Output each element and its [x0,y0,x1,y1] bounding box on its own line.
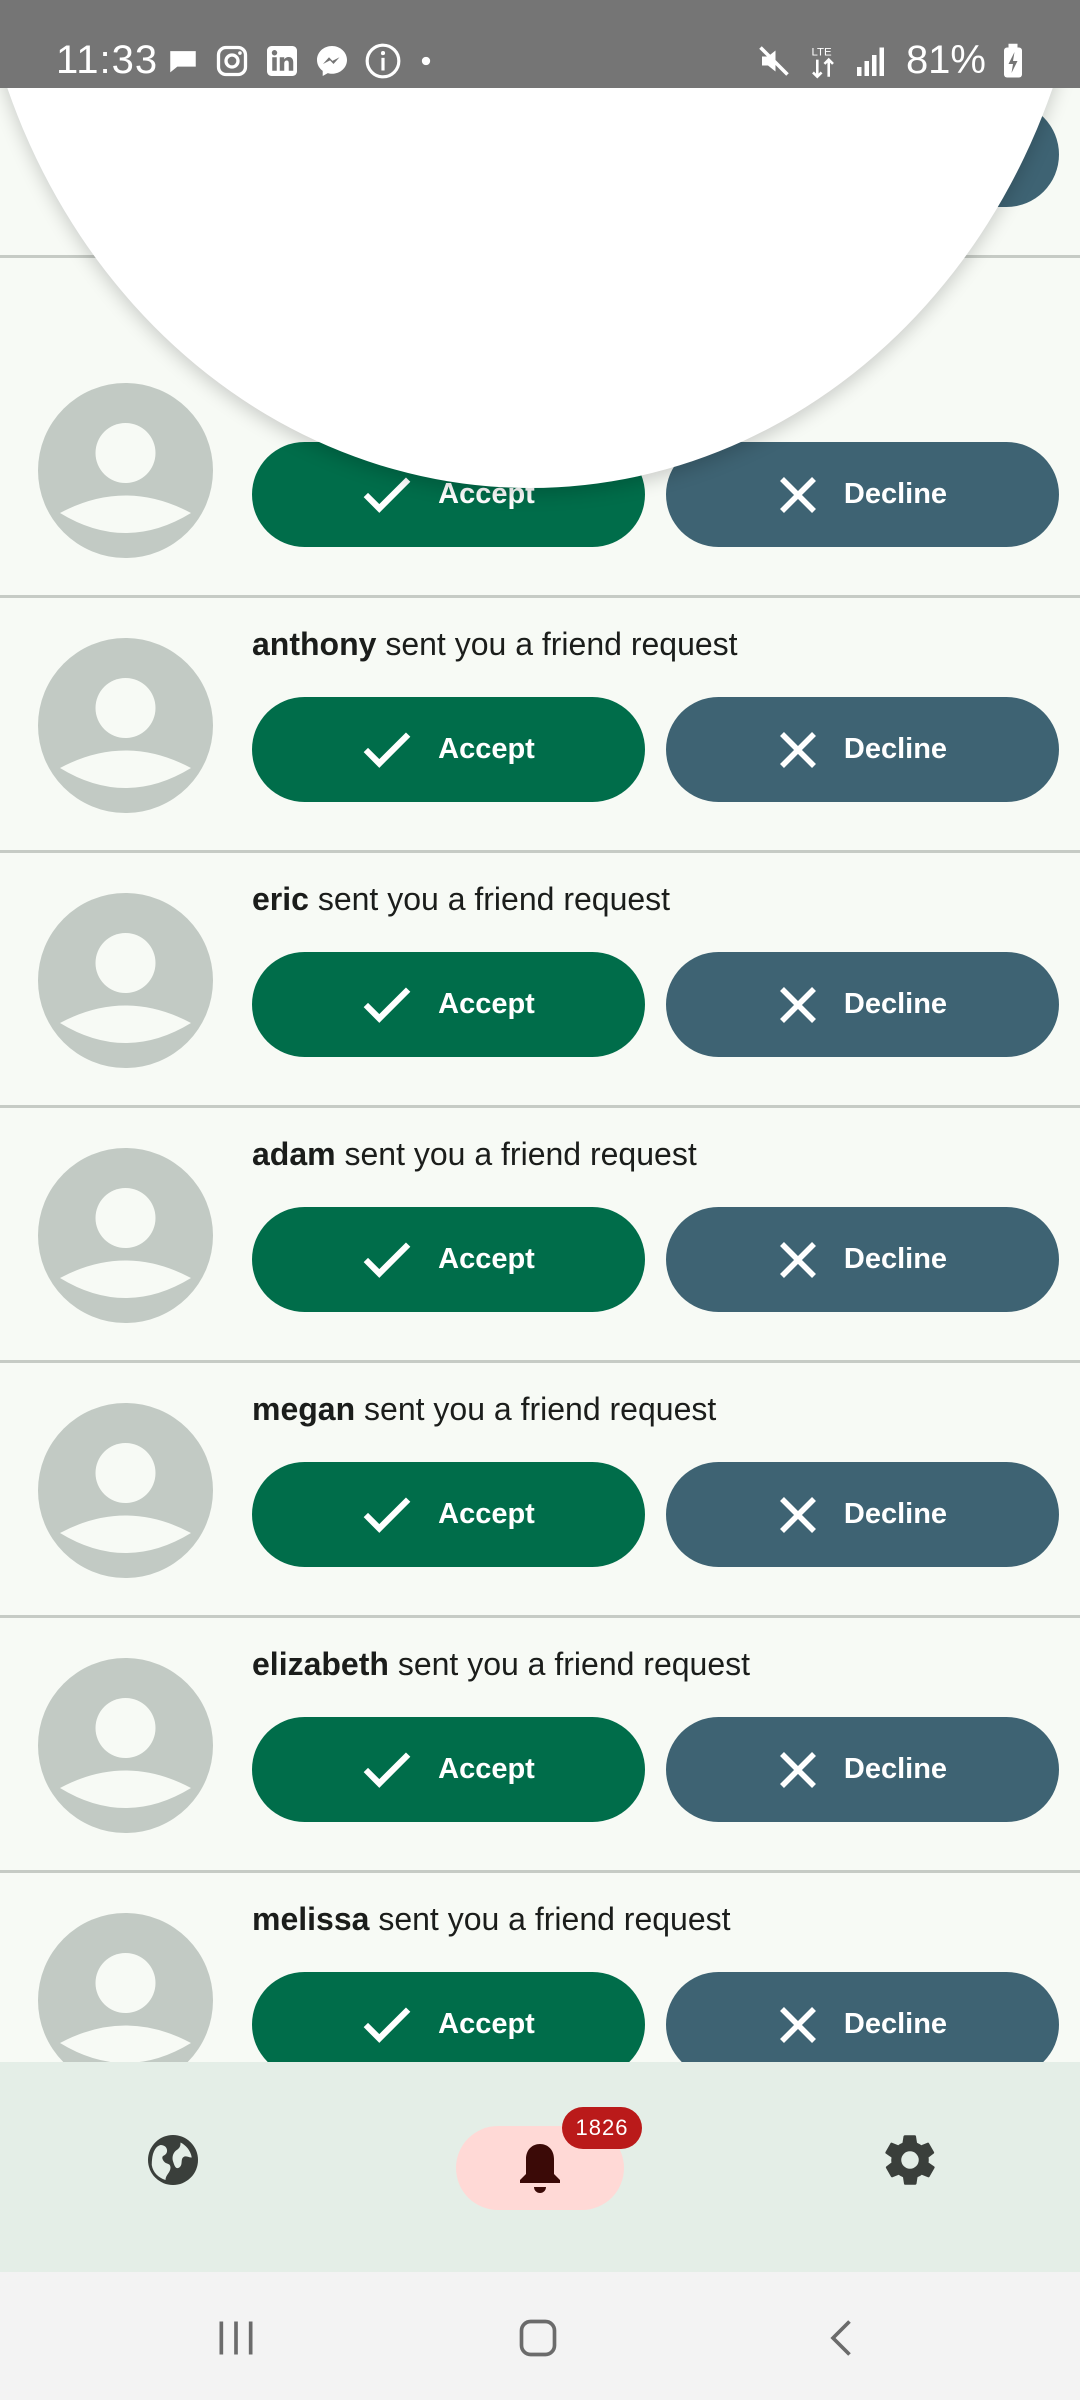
request-text: elizabeth sent you a friend request [252,1646,750,1683]
avatar [38,1148,213,1323]
avatar [38,1403,213,1578]
decline-label: Decline [843,2008,948,2040]
bell-icon[interactable] [516,2140,564,2196]
close-icon [779,1751,816,1788]
dot-icon [421,56,431,66]
messenger-icon [317,46,347,76]
close-icon [779,1496,816,1533]
system-navigation-bar [0,2272,1080,2400]
svg-text:LTE: LTE [812,46,832,58]
accept-button[interactable]: Accept [252,952,645,1057]
avatar [38,1658,213,1833]
close-icon [779,2006,816,2043]
decline-label: Decline [843,1753,948,1785]
accept-button[interactable]: Accept [252,1462,645,1567]
requester-name: adam [252,1136,336,1172]
notification-icons [166,42,436,80]
gear-icon[interactable] [880,2130,940,2190]
request-suffix: sent you a friend request [355,1391,717,1427]
decline-label: Decline [843,1498,948,1530]
decline-button[interactable]: Decline [666,442,1059,547]
accept-button[interactable]: Accept [252,1207,645,1312]
check-icon [363,476,411,513]
decline-button[interactable]: Decline [666,697,1059,802]
avatar [38,893,213,1068]
close-icon [779,1241,816,1278]
check-icon [363,1751,411,1788]
check-icon [363,1496,411,1533]
signal-icon [856,47,884,76]
bottom-navigation: 1826 [0,2062,1080,2272]
request-text: anthony sent you a friend request [252,626,738,663]
accept-label: Accept [438,1753,535,1785]
chat-bubble-icon [170,51,196,73]
home-icon[interactable] [516,2316,560,2360]
globe-icon[interactable] [143,2130,203,2190]
friend-request-row: elizabeth sent you a friend request Accep… [0,1618,1080,1873]
mute-icon [759,45,789,76]
request-text: eric sent you a friend request [252,881,670,918]
requester-name: elizabeth [252,1646,389,1682]
close-icon [779,986,816,1023]
system-status-icons: LTE 81% [756,38,1024,83]
friend-request-row: adam sent you a friend request Accept Decl… [0,1108,1080,1363]
check-icon [363,2006,411,2043]
battery-charging-icon [1004,43,1022,77]
avatar [38,383,213,558]
close-icon [779,476,816,513]
requester-name: melissa [252,1901,370,1937]
check-icon [363,1241,411,1278]
decline-button[interactable]: Decline [666,1207,1059,1312]
request-suffix: sent you a friend request [376,626,738,662]
decline-button[interactable]: Decline [666,952,1059,1057]
check-icon [363,731,411,768]
notification-badge: 1826 [562,2107,642,2149]
status-time: 11:33 [56,38,159,82]
accept-label: Accept [438,1498,535,1530]
request-suffix: sent you a friend request [388,1646,751,1682]
friend-request-row: anthony sent you a friend request Accept D… [0,598,1080,853]
app-root: 11:33 LTE 81% Accept Decline Accept Decline… [0,0,1080,2400]
requester-name: megan [252,1391,356,1427]
info-icon [365,43,401,79]
avatar [38,638,213,813]
request-text: megan sent you a friend request [252,1391,716,1428]
back-icon[interactable] [822,2316,866,2360]
recents-icon[interactable] [214,2316,258,2360]
friend-request-row: eric sent you a friend request Accept Decl… [0,853,1080,1108]
accept-label: Accept [438,1243,535,1275]
decline-label: Decline [843,988,948,1020]
linkedin-icon [267,46,297,76]
request-suffix: sent you a friend request [308,881,671,917]
decline-button[interactable]: Decline [666,1462,1059,1567]
friend-request-row: megan sent you a friend request Accept Dec… [0,1363,1080,1618]
battery-percent: 81% [905,38,986,82]
decline-label: Decline [843,478,948,510]
accept-button[interactable]: Accept [252,1717,645,1822]
request-text: adam sent you a friend request [252,1136,697,1173]
close-icon [779,731,816,768]
lte-data-icon: LTE [812,46,834,79]
decline-label: Decline [843,733,948,765]
accept-label: Accept [438,733,535,765]
status-bar: 11:33 LTE 81% [0,0,1080,88]
request-suffix: sent you a friend request [335,1136,697,1172]
accept-label: Accept [438,2008,535,2040]
accept-label: Accept [438,988,535,1020]
instagram-icon [216,45,248,77]
accept-button[interactable]: Accept [252,697,645,802]
decline-button[interactable]: Decline [666,1717,1059,1822]
requester-name: eric [252,881,309,917]
check-icon [363,986,411,1023]
requester-name: anthony [252,626,377,662]
request-text: melissa sent you a friend request [252,1901,731,1938]
request-suffix: sent you a friend request [369,1901,731,1937]
decline-label: Decline [843,1243,948,1275]
